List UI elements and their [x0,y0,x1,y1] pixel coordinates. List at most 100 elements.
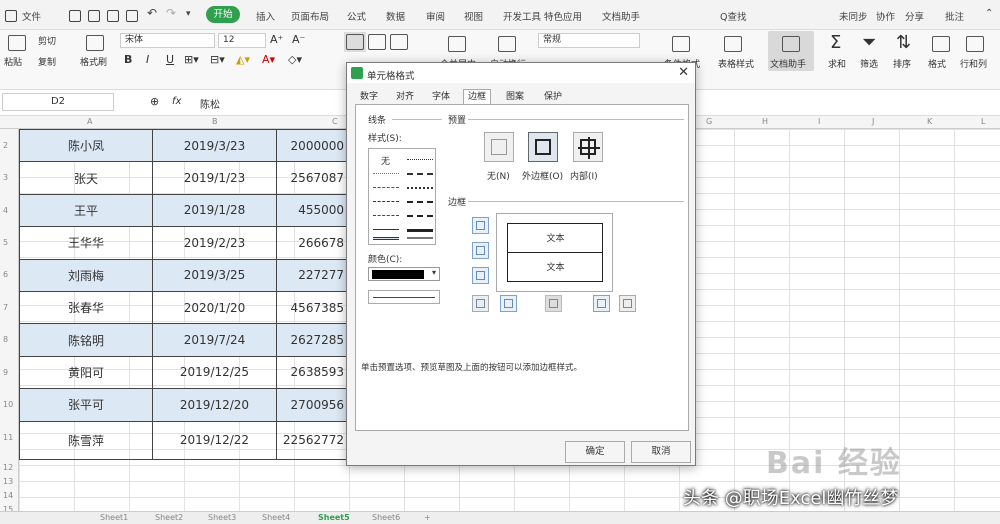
doc-helper-button[interactable]: 文档助手 [770,57,806,70]
name-cell[interactable]: 陈铭明 [19,323,153,357]
tab-start[interactable]: 开始 [206,6,240,23]
line-style-option[interactable] [373,229,399,230]
comment-button[interactable]: 批注 [945,9,964,23]
col-header-k[interactable]: K [927,117,932,126]
row-header[interactable]: 12 [3,463,13,472]
underline-icon[interactable]: U [166,53,174,66]
name-cell[interactable]: 陈小凤 [19,128,153,163]
date-cell[interactable]: 2020/1/20 [152,290,277,325]
merge-icon[interactable]: ⊟▾ [210,53,225,66]
date-cell[interactable]: 2019/1/23 [152,161,277,195]
amount-cell[interactable]: 2700956 [276,388,347,422]
filter-icon[interactable]: ⏷ [862,32,876,53]
tab-formulas[interactable]: 公式 [347,9,366,23]
name-cell[interactable]: 张春华 [19,290,153,325]
add-sheet-icon[interactable]: + [424,513,431,522]
line-style-option[interactable] [407,159,433,160]
tab-font[interactable]: 字体 [427,89,455,105]
tab-alignment[interactable]: 对齐 [391,89,419,105]
ok-button[interactable]: 确定 [565,441,625,463]
sum-button[interactable]: 求和 [828,57,846,70]
tab-doc-helper[interactable]: 文档助手 [602,9,640,23]
line-style-list[interactable]: 无 [368,148,436,245]
border-diag-down-button[interactable] [619,295,636,312]
preset-inside-button[interactable] [573,132,603,162]
preset-none-button[interactable] [484,132,514,162]
sheet-tab-active[interactable]: Sheet5 [318,513,350,522]
row-header[interactable]: 5 [3,238,8,247]
row-header[interactable]: 7 [3,303,8,312]
share-button[interactable]: 分享 [905,9,924,23]
font-shrink-icon[interactable]: A⁻ [292,33,305,46]
row-header[interactable]: 3 [3,173,8,182]
row-header[interactable]: 6 [3,270,8,279]
name-cell[interactable]: 张平可 [19,388,153,422]
line-style-option[interactable] [407,187,433,189]
col-header-h[interactable]: H [762,117,768,126]
zoom-icon[interactable]: ⊕ [150,95,159,108]
amount-cell[interactable]: 266678 [276,226,347,260]
amount-cell[interactable]: 22562772 [276,420,347,460]
line-style-option[interactable] [407,229,433,232]
menu-file[interactable]: 文件 [22,9,41,23]
name-cell[interactable]: 陈雪萍 [19,420,153,460]
line-style-none[interactable]: 无 [381,154,390,167]
sort-button[interactable]: 排序 [893,57,911,70]
border-left-button[interactable] [500,295,517,312]
tab-pattern[interactable]: 图案 [501,89,529,105]
row-header[interactable]: 14 [3,491,13,500]
search-button[interactable]: Q查找 [720,9,746,23]
merge-center-icon[interactable] [446,34,468,54]
cut-button[interactable]: 剪切 [38,34,56,47]
col-header-l[interactable]: L [981,117,985,126]
preview-icon[interactable] [125,9,139,23]
col-header-i[interactable]: I [818,117,820,126]
line-style-option[interactable] [373,173,399,174]
col-header-a[interactable]: A [87,117,92,126]
line-style-option[interactable] [407,237,433,239]
sheet-tab[interactable]: Sheet6 [372,513,400,522]
amount-cell[interactable]: 2627285 [276,323,347,357]
filter-button[interactable]: 筛选 [860,57,878,70]
date-cell[interactable]: 2019/2/23 [152,226,277,260]
tab-protection[interactable]: 保护 [539,89,567,105]
amount-cell[interactable]: 2567087 [276,161,347,195]
save-icon[interactable] [68,9,82,23]
amount-cell[interactable]: 2638593 [276,355,347,390]
doc-helper-icon[interactable] [780,34,802,54]
formula-input[interactable]: 陈松 [200,96,220,111]
tab-special[interactable]: 特色应用 [544,9,582,23]
font-color-icon[interactable]: A▾ [262,53,275,66]
amount-cell[interactable]: 227277 [276,258,347,292]
col-header-c[interactable]: C [332,117,338,126]
tab-developer[interactable]: 开发工具 [503,9,541,23]
line-style-option-selected[interactable] [373,237,399,240]
amount-cell[interactable]: 2000000 [276,128,347,163]
date-cell[interactable]: 2019/3/23 [152,128,277,163]
line-style-option[interactable] [407,173,433,175]
bold-icon[interactable]: B [124,53,132,66]
collapse-icon[interactable]: ⌃ [985,8,993,19]
name-box[interactable]: D2 [2,93,114,111]
dialog-titlebar[interactable]: 单元格格式 ✕ [347,63,695,83]
name-cell[interactable]: 王平 [19,193,153,228]
sheet-tab[interactable]: Sheet4 [262,513,290,522]
name-cell[interactable]: 张天 [19,161,153,195]
tab-insert[interactable]: 插入 [256,9,275,23]
close-icon[interactable]: ✕ [678,65,689,80]
name-cell[interactable]: 王华华 [19,226,153,260]
col-header-b[interactable]: B [212,117,218,126]
border-preview[interactable]: 文本 文本 [496,213,613,292]
align-top-icon[interactable] [344,32,366,52]
fill-color-icon[interactable]: ◭▾ [236,53,250,66]
undo-icon[interactable]: ↶ [147,6,157,20]
align-middle-icon[interactable] [366,32,388,52]
wrap-text-icon[interactable] [496,34,518,54]
sort-icon[interactable]: ⇅ [896,32,911,53]
border-diag-up-button[interactable] [472,295,489,312]
date-cell[interactable]: 2019/7/24 [152,323,277,357]
name-cell[interactable]: 刘雨梅 [19,258,153,292]
row-header[interactable]: 10 [3,400,13,409]
col-header-g[interactable]: G [706,117,712,126]
date-cell[interactable]: 2019/12/22 [152,420,277,460]
